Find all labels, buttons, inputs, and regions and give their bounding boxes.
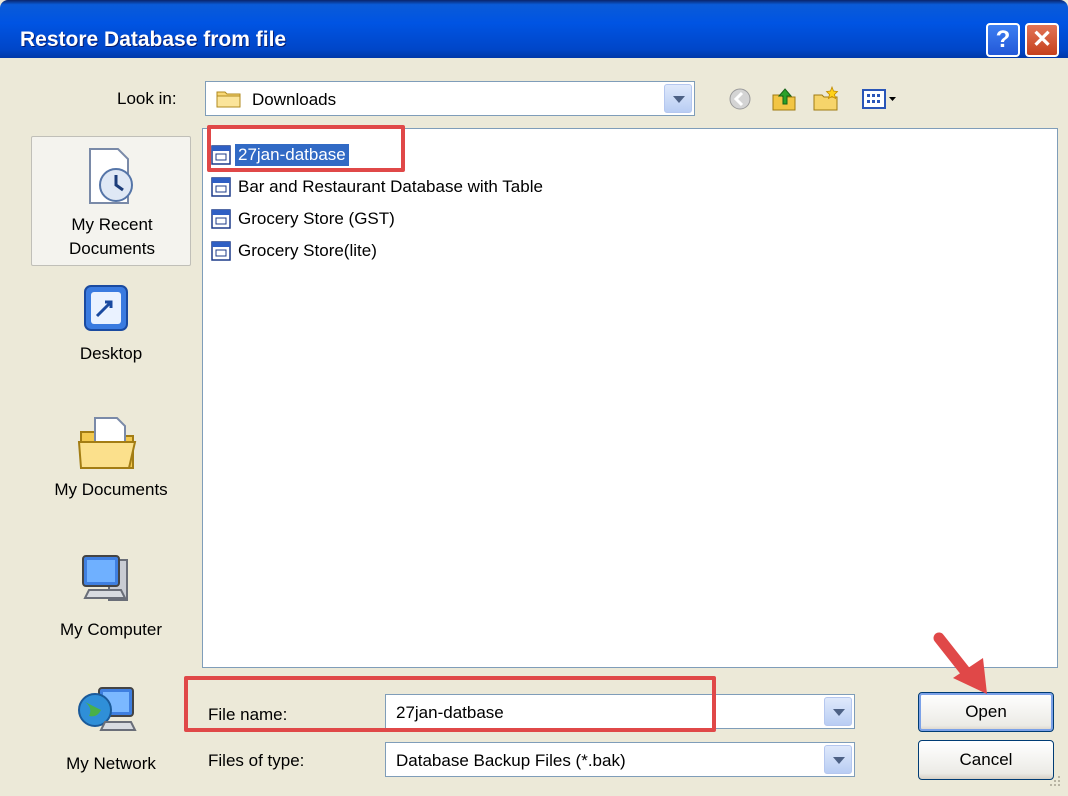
new-folder-icon[interactable] [812, 85, 840, 113]
title-bar: Restore Database from file ? ✕ [0, 0, 1068, 58]
annotation-arrow-icon [933, 632, 987, 694]
file-name: Grocery Store (GST) [238, 208, 395, 228]
up-folder-icon[interactable] [770, 85, 798, 113]
desktop-icon [84, 285, 128, 331]
place-label: My Network [66, 754, 156, 773]
resize-grip-icon[interactable] [1044, 772, 1062, 790]
my-documents-icon [77, 417, 137, 469]
file-list[interactable]: 27jan-datbase Bar and Restaurant Databas… [202, 128, 1058, 668]
bak-file-icon [211, 208, 231, 229]
filename-dropdown-arrow[interactable] [824, 697, 852, 726]
highlight-box-selected-file [207, 125, 405, 172]
lookin-value: Downloads [252, 90, 337, 109]
recent-documents-icon [89, 148, 133, 204]
place-my-recent-documents[interactable]: My Recent Documents [31, 136, 191, 266]
bak-file-icon [211, 176, 231, 197]
bak-file-icon [211, 240, 231, 261]
place-label: Desktop [79, 344, 143, 363]
folder-icon [216, 91, 241, 108]
highlight-box-filename [184, 676, 716, 732]
cancel-button[interactable]: Cancel [918, 740, 1054, 780]
place-my-computer[interactable]: My Computer [31, 548, 191, 658]
lookin-label: Look in: [117, 89, 177, 108]
file-item-grocery-store-gst[interactable]: Grocery Store (GST) [211, 205, 398, 232]
filetype-value: Database Backup Files (*.bak) [396, 751, 626, 770]
place-label: My Documents [54, 480, 168, 499]
lookin-combo[interactable]: Downloads [205, 81, 695, 116]
views-menu-icon[interactable] [860, 85, 904, 113]
close-button[interactable]: ✕ [1025, 23, 1059, 57]
place-my-documents[interactable]: My Documents [31, 410, 191, 520]
my-network-icon [78, 687, 137, 731]
window-title: Restore Database from file [20, 28, 287, 51]
my-computer-icon [82, 555, 128, 601]
back-icon[interactable] [726, 85, 754, 113]
file-item-bar-and-restaurant[interactable]: Bar and Restaurant Database with Table [211, 173, 546, 200]
filetype-dropdown-arrow[interactable] [824, 745, 852, 774]
place-label-line1: My Recent [71, 215, 153, 234]
filetype-combo[interactable]: Database Backup Files (*.bak) [385, 742, 855, 777]
place-my-network[interactable]: My Network [31, 678, 191, 778]
place-label-line2: Documents [69, 239, 155, 258]
places-bar: My Recent Documents Desktop My Documents… [31, 130, 191, 780]
file-name: Grocery Store(lite) [238, 240, 377, 260]
file-name: Bar and Restaurant Database with Table [238, 176, 543, 196]
place-desktop[interactable]: Desktop [31, 276, 191, 386]
lookin-dropdown-arrow[interactable] [664, 84, 692, 113]
filetype-label: Files of type: [208, 751, 305, 770]
file-item-grocery-store-lite[interactable]: Grocery Store(lite) [211, 237, 380, 264]
help-button[interactable]: ? [986, 23, 1020, 57]
place-label: My Computer [59, 620, 163, 639]
